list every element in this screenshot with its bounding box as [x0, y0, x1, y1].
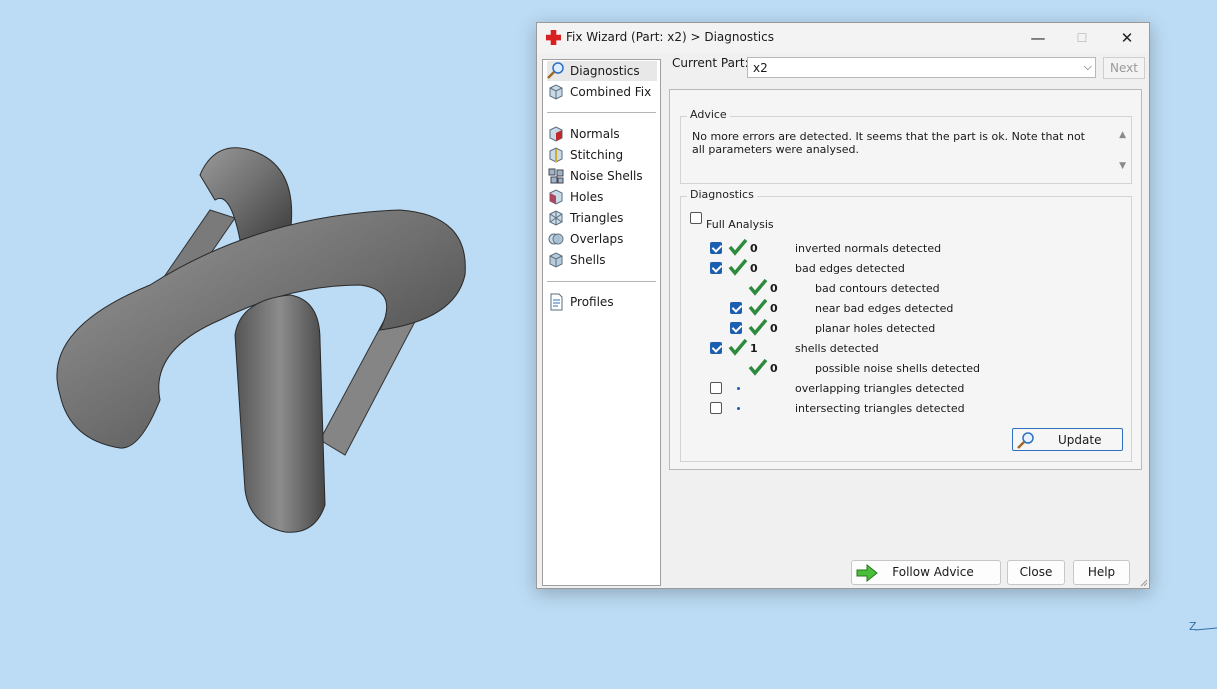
noise-shells-cube-icon — [548, 168, 564, 184]
follow-advice-label: Follow Advice — [892, 565, 974, 579]
diagnostic-label: overlapping triangles detected — [795, 382, 965, 395]
nav-item-overlaps[interactable]: Overlaps — [547, 229, 657, 249]
nav-separator — [547, 112, 656, 113]
advice-title: Advice — [687, 108, 730, 121]
nav-item-combined-fix[interactable]: Combined Fix — [547, 82, 657, 102]
nav-label-diagnostics: Diagnostics — [570, 64, 640, 78]
current-part-value: x2 — [753, 61, 768, 75]
combined-fix-cube-icon — [549, 84, 563, 100]
scroll-up-icon[interactable]: ▲ — [1119, 130, 1126, 140]
green-check-icon — [748, 278, 768, 296]
triangles-cube-icon — [549, 210, 563, 226]
diagnostic-label: inverted normals detected — [795, 242, 942, 255]
diagnostic-checkbox[interactable] — [710, 382, 722, 394]
nav-item-normals[interactable]: Normals — [547, 124, 657, 144]
diagnostic-checkbox[interactable] — [710, 342, 722, 354]
diagnostic-count: 0 — [770, 322, 778, 335]
diagnostic-count: 0 — [750, 262, 758, 275]
nav-label-shells: Shells — [570, 253, 606, 267]
diagnostic-checkbox[interactable] — [730, 322, 742, 334]
diagnostic-checkbox[interactable] — [710, 242, 722, 254]
nav-item-diagnostics[interactable]: Diagnostics — [547, 61, 657, 81]
help-button[interactable]: Help — [1073, 560, 1130, 585]
wizard-nav: Diagnostics Combined Fix Normals Stitchi… — [542, 59, 661, 586]
advice-group: Advice No more errors are detected. It s… — [680, 108, 1132, 184]
next-button: Next — [1103, 57, 1145, 79]
nav-item-triangles[interactable]: Triangles — [547, 208, 657, 228]
window-title: Fix Wizard (Part: x2) > Diagnostics — [566, 30, 774, 44]
z-axis-label: Z — [1189, 620, 1197, 633]
overlaps-cube-icon — [548, 233, 564, 245]
nav-separator — [547, 281, 656, 282]
diagnostic-checkbox[interactable] — [730, 302, 742, 314]
update-button[interactable]: Update — [1012, 428, 1123, 451]
diagnostic-label: bad edges detected — [795, 262, 905, 275]
diagnostic-label: intersecting triangles detected — [795, 402, 965, 415]
nav-label-noise-shells: Noise Shells — [570, 169, 643, 183]
nav-item-profiles[interactable]: Profiles — [547, 292, 657, 312]
nav-label-holes: Holes — [570, 190, 604, 204]
profile-document-icon — [550, 293, 563, 311]
advice-text: No more errors are detected. It seems th… — [692, 130, 1085, 156]
nav-label-stitching: Stitching — [570, 148, 624, 162]
nav-item-noise-shells[interactable]: Noise Shells — [547, 166, 657, 186]
fix-wizard-window: Fix Wizard (Part: x2) > Diagnostics — ☐ … — [536, 22, 1150, 589]
normals-cube-icon — [549, 126, 563, 142]
close-window-button[interactable]: ✕ — [1104, 26, 1150, 50]
diagnostic-count: 1 — [750, 342, 758, 355]
maximize-button: ☐ — [1076, 31, 1088, 45]
green-check-icon — [728, 238, 748, 256]
green-check-icon — [748, 358, 768, 376]
nav-label-triangles: Triangles — [570, 211, 624, 225]
full-analysis-label: Full Analysis — [706, 218, 774, 231]
nav-label-combined-fix: Combined Fix — [570, 85, 652, 99]
diagnostics-panel: Advice No more errors are detected. It s… — [669, 89, 1142, 470]
diagnostic-label: planar holes detected — [815, 322, 936, 335]
diagnostics-title: Diagnostics — [687, 188, 757, 201]
update-label: Update — [1058, 433, 1102, 447]
holes-cube-icon — [549, 189, 563, 205]
current-part-label: Current Part: — [672, 56, 749, 70]
nav-item-shells[interactable]: Shells — [547, 250, 657, 270]
resize-grip-icon[interactable] — [1138, 577, 1148, 587]
diagnostic-checkbox[interactable] — [710, 262, 722, 274]
magnifier-icon — [547, 62, 564, 79]
pending-dot-icon — [737, 387, 740, 390]
nav-item-holes[interactable]: Holes — [547, 187, 657, 207]
diagnostic-count: 0 — [770, 362, 778, 375]
nav-label-normals: Normals — [570, 127, 620, 141]
diagnostic-label: near bad edges detected — [815, 302, 954, 315]
green-check-icon — [728, 258, 748, 276]
diagnostic-checkbox[interactable] — [710, 402, 722, 414]
nav-label-profiles: Profiles — [570, 295, 614, 309]
scroll-down-icon[interactable]: ▼ — [1119, 161, 1126, 171]
red-cross-icon — [546, 30, 561, 45]
full-analysis-checkbox[interactable] — [690, 212, 702, 224]
diagnostic-count: 0 — [750, 242, 758, 255]
chevron-down-icon: ⌵ — [1083, 60, 1092, 73]
diagnostic-label: possible noise shells detected — [815, 362, 981, 375]
green-check-icon — [728, 338, 748, 356]
green-check-icon — [748, 318, 768, 336]
title-bar[interactable]: Fix Wizard (Part: x2) > Diagnostics — ☐ … — [537, 23, 1149, 53]
stitching-cube-icon — [549, 147, 563, 163]
minimize-button[interactable]: — — [1015, 26, 1061, 50]
diagnostic-label: bad contours detected — [815, 282, 940, 295]
diagnostic-label: shells detected — [795, 342, 879, 355]
nav-item-stitching[interactable]: Stitching — [547, 145, 657, 165]
magnifier-icon — [1017, 432, 1034, 449]
diagnostics-group: Diagnostics Full Analysis 0 inverted norm… — [680, 188, 1132, 462]
diagnostic-count: 0 — [770, 282, 778, 295]
shells-cube-icon — [549, 252, 563, 268]
follow-advice-button[interactable]: Follow Advice — [851, 560, 1001, 585]
green-arrow-icon — [856, 564, 878, 582]
current-part-select[interactable]: x2 ⌵ — [747, 57, 1096, 78]
diagnostic-count: 0 — [770, 302, 778, 315]
nav-label-overlaps: Overlaps — [570, 232, 624, 246]
close-button[interactable]: Close — [1007, 560, 1065, 585]
pending-dot-icon — [737, 407, 740, 410]
green-check-icon — [748, 298, 768, 316]
